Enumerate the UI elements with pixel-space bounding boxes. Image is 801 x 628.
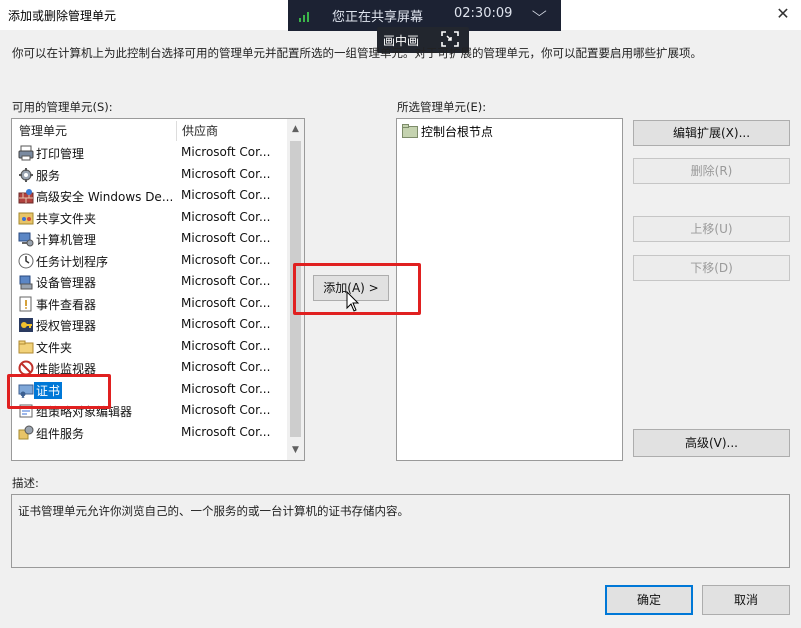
event-viewer-icon xyxy=(19,296,32,311)
available-snapins-list[interactable]: 管理单元 供应商 打印管理 Microsoft Cor... 服务 Microsoft… xyxy=(11,118,305,461)
move-up-button[interactable]: 上移(U) xyxy=(633,216,790,242)
instructions-text: 你可以在计算机上为此控制台选择可用的管理单元并配置所选的一组管理单元。对于可扩展… xyxy=(12,46,702,60)
list-item-vendor: Microsoft Cor... xyxy=(181,317,271,331)
list-item-name: 文件夹 xyxy=(36,340,73,355)
list-item-vendor: Microsoft Cor... xyxy=(181,424,271,439)
highlight-box-certificate xyxy=(7,374,111,409)
list-item-name: 组件服务 xyxy=(36,426,85,441)
list-item-name: 任务计划程序 xyxy=(36,254,109,269)
close-icon[interactable]: ✕ xyxy=(771,4,795,26)
list-item[interactable]: 授权管理器 Microsoft Cor... xyxy=(12,315,287,336)
list-item-vendor: Microsoft Cor... xyxy=(181,403,271,417)
services-gear-icon xyxy=(19,167,33,182)
list-item-vendor: Microsoft Cor... xyxy=(181,209,271,224)
list-item-vendor: Microsoft Cor... xyxy=(181,295,271,310)
scroll-up-icon[interactable]: ▲ xyxy=(287,120,304,138)
list-item-vendor: Microsoft Cor... xyxy=(181,338,271,353)
list-item[interactable]: 计算机管理 Microsoft Cor... xyxy=(12,229,287,250)
list-item-name: 共享文件夹 xyxy=(36,211,97,226)
list-item-vendor: Microsoft Cor... xyxy=(181,360,271,374)
description-box: 证书管理单元允许你浏览自己的、一个服务的或一台计算机的证书存储内容。 xyxy=(11,494,790,568)
description-label: 描述: xyxy=(12,476,39,490)
list-item[interactable]: 打印管理 Microsoft Cor... xyxy=(12,143,287,164)
description-text: 证书管理单元允许你浏览自己的、一个服务的或一台计算机的证书存储内容。 xyxy=(18,504,409,518)
list-item-vendor: Microsoft Cor... xyxy=(181,188,271,202)
cancel-button[interactable]: 取消 xyxy=(702,585,790,615)
list-item-vendor: Microsoft Cor... xyxy=(181,274,271,288)
advanced-button[interactable]: 高级(V)... xyxy=(633,429,790,457)
device-manager-icon xyxy=(19,275,33,290)
move-down-button[interactable]: 下移(D) xyxy=(633,255,790,281)
list-item[interactable]: 组件服务 Microsoft Cor... xyxy=(12,423,287,444)
list-item-label: 控制台根节点 xyxy=(421,125,494,139)
column-header-vendor[interactable]: 供应商 xyxy=(182,119,218,143)
selected-snapins-list[interactable]: 控制台根节点 xyxy=(396,118,623,461)
column-divider[interactable] xyxy=(176,121,177,141)
printer-icon xyxy=(18,145,34,161)
share-status-text: 您正在共享屏幕 xyxy=(332,10,424,25)
authorization-icon xyxy=(19,318,33,332)
chevron-down-icon[interactable]: ⌵ xyxy=(532,4,547,20)
list-item[interactable]: 事件查看器 Microsoft Cor... xyxy=(12,294,287,315)
share-timer: 02:30:09 xyxy=(454,6,513,21)
list-item-name: 高级安全 Windows De... xyxy=(36,190,174,204)
folder-icon xyxy=(18,340,34,353)
list-item-name: 打印管理 xyxy=(36,147,85,161)
list-item-name: 授权管理器 xyxy=(36,319,97,333)
list-item-name: 计算机管理 xyxy=(36,233,97,247)
scroll-down-icon[interactable]: ▼ xyxy=(287,441,304,459)
clock-icon xyxy=(18,253,34,268)
list-item-name: 服务 xyxy=(36,168,61,183)
list-item-vendor: Microsoft Cor... xyxy=(181,166,271,181)
component-services-icon xyxy=(18,425,34,439)
selected-label: 所选管理单元(E): xyxy=(397,100,487,114)
firewall-icon xyxy=(18,189,34,204)
list-item[interactable]: 任务计划程序 Microsoft Cor... xyxy=(12,251,287,272)
list-item[interactable]: 设备管理器 Microsoft Cor... xyxy=(12,272,287,293)
list-item-vendor: Microsoft Cor... xyxy=(181,145,271,159)
list-item[interactable]: 共享文件夹 Microsoft Cor... xyxy=(12,208,287,229)
available-label: 可用的管理单元(S): xyxy=(12,100,113,114)
list-item[interactable]: 服务 Microsoft Cor... xyxy=(12,165,287,186)
computer-management-icon xyxy=(18,232,34,247)
list-item[interactable]: 高级安全 Windows De... Microsoft Cor... xyxy=(12,186,287,207)
list-item[interactable]: 文件夹 Microsoft Cor... xyxy=(12,337,287,358)
ok-button[interactable]: 确定 xyxy=(605,585,693,615)
list-item-name: 设备管理器 xyxy=(36,276,97,290)
list-item-name: 事件查看器 xyxy=(36,297,97,312)
list-item-vendor: Microsoft Cor... xyxy=(181,231,271,245)
mouse-cursor-icon xyxy=(346,291,360,312)
console-root-folder-icon xyxy=(402,124,418,138)
remove-button[interactable]: 删除(R) xyxy=(633,158,790,184)
shared-folder-icon xyxy=(18,212,34,224)
list-item-vendor: Microsoft Cor... xyxy=(181,252,271,267)
window-title: 添加或删除管理单元 xyxy=(8,9,117,23)
edit-extensions-button[interactable]: 编辑扩展(X)... xyxy=(633,120,790,146)
signal-strength-icon xyxy=(299,12,309,22)
column-header-name[interactable]: 管理单元 xyxy=(19,119,67,143)
list-item-vendor: Microsoft Cor... xyxy=(181,381,271,396)
